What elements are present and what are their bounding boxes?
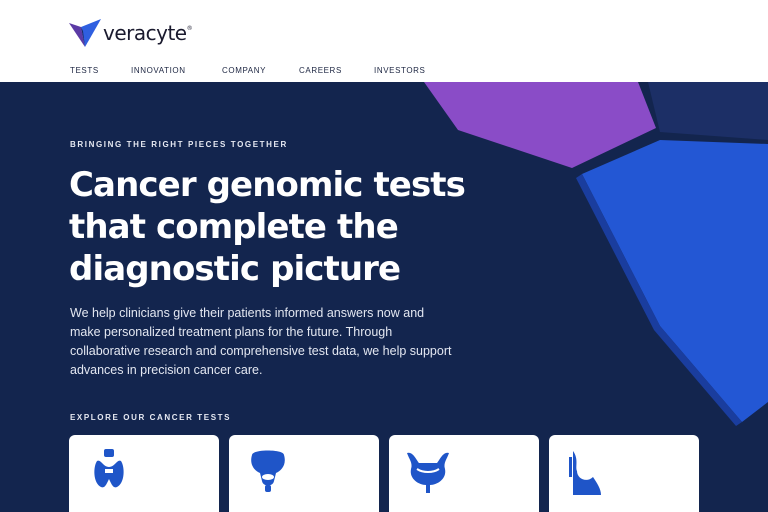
veracyte-logo-mark-icon <box>69 19 101 47</box>
hero-eyebrow: BRINGING THE RIGHT PIECES TOGETHER <box>70 140 288 149</box>
test-card-prostate[interactable] <box>229 435 379 512</box>
site-header: veracyte® TESTS INNOVATION COMPANY CAREE… <box>0 0 768 82</box>
veracyte-logo[interactable]: veracyte® <box>69 19 193 49</box>
intro-line: collaborative research and comprehensive… <box>70 344 452 358</box>
nav-item-tests[interactable]: TESTS <box>70 66 99 75</box>
navy-hexagon-shape <box>648 82 768 140</box>
intro-line: advances in precision cancer care. <box>70 363 263 377</box>
nav-item-innovation[interactable]: INNOVATION <box>131 66 186 75</box>
headline-line: that complete the <box>69 207 399 247</box>
explore-tests-heading: EXPLORE OUR CANCER TESTS <box>70 413 232 422</box>
purple-hexagon-shape <box>424 82 656 168</box>
thyroid-icon <box>94 449 124 488</box>
breast-icon <box>569 451 601 495</box>
hero-intro-text: We help clinicians give their patients i… <box>70 304 500 380</box>
main-nav: TESTS INNOVATION COMPANY CAREERS INVESTO… <box>0 66 768 78</box>
hero-headline: Cancer genomic tests that complete the d… <box>69 164 489 290</box>
intro-line: We help clinicians give their patients i… <box>70 306 425 320</box>
intro-line: make personalized treatment plans for th… <box>70 325 393 339</box>
test-card-thyroid[interactable] <box>69 435 219 512</box>
test-card-bladder[interactable] <box>389 435 539 512</box>
prostate-icon <box>251 450 285 492</box>
bladder-icon <box>407 452 449 493</box>
nav-item-company[interactable]: COMPANY <box>222 66 266 75</box>
headline-line: diagnostic picture <box>69 249 401 289</box>
test-card-breast[interactable] <box>549 435 699 512</box>
nav-item-careers[interactable]: CAREERS <box>299 66 342 75</box>
hero-section: BRINGING THE RIGHT PIECES TOGETHER Cance… <box>0 82 768 512</box>
blue-hexagon-shape <box>582 140 768 422</box>
headline-line: Cancer genomic tests <box>69 165 466 205</box>
nav-item-investors[interactable]: INVESTORS <box>374 66 426 75</box>
brand-name: veracyte® <box>103 21 193 45</box>
